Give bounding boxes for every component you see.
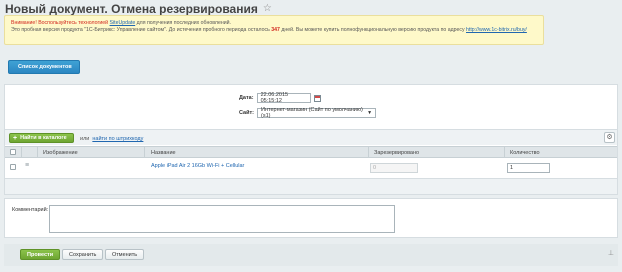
or-text: или — [80, 136, 90, 142]
reserved-input: 0 — [370, 163, 418, 173]
site-label: Сайт: — [239, 110, 255, 116]
table-header: Изображение Название Зарезервировано Кол… — [5, 146, 617, 158]
pin-icon[interactable]: ⊥ — [608, 250, 614, 257]
document-panel: Дата: 22.06.2015 05:15:12 Сайт: Интернет… — [4, 84, 618, 195]
row-menu-icon[interactable]: ≡ — [25, 162, 29, 169]
document-list-button[interactable]: Список документов — [8, 60, 80, 74]
gear-icon: ⚙ — [606, 134, 613, 141]
buy-link[interactable]: http://www.1c-bitrix.ru/buy/ — [466, 27, 527, 33]
site-row: Сайт: Интернет-магазин (Сайт по умолчани… — [239, 107, 377, 119]
date-label: Дата: — [239, 95, 254, 101]
title-row: Новый документ. Отмена резервирования ☆ — [5, 2, 272, 16]
row-checkbox[interactable] — [10, 164, 16, 170]
notice-line-2: Это пробная версия продукта "1С-Битрикс:… — [11, 27, 537, 34]
quantity-input[interactable]: 1 — [507, 163, 550, 173]
plus-icon: + — [13, 134, 18, 142]
star-icon[interactable]: ☆ — [263, 4, 272, 14]
table-row: ≡ Apple iPad Air 2 16Gb Wi-Fi + Cellular… — [5, 158, 617, 177]
site-select[interactable]: Интернет-магазин (Сайт по умолчанию) (s1… — [257, 107, 377, 119]
date-input[interactable]: 22.06.2015 05:15:12 — [256, 92, 311, 104]
notice-warning: Внимание! Воспользуйтесь технологией — [11, 20, 109, 26]
chevron-down-icon: ▼ — [367, 110, 373, 116]
comment-section: Комментарий: — [4, 198, 618, 238]
column-header-name[interactable]: Название — [151, 150, 176, 156]
find-in-catalog-button[interactable]: + Найти в каталоге — [9, 133, 74, 143]
column-header-quantity[interactable]: Количество — [510, 150, 540, 156]
comment-label: Комментарий: — [12, 207, 49, 213]
product-name-link[interactable]: Apple iPad Air 2 16Gb Wi-Fi + Cellular — [151, 163, 244, 169]
notice-line-1-rest: для получения последних обновлений. — [136, 20, 231, 26]
save-button[interactable]: Сохранить — [62, 249, 104, 260]
siteupdate-link[interactable]: SiteUpdate — [110, 20, 136, 26]
barcode-search: или найти по штрихкоду — [80, 136, 143, 142]
column-header-reserved[interactable]: Зарезервировано — [374, 150, 419, 156]
table-footer — [5, 178, 617, 194]
page-title: Новый документ. Отмена резервирования — [5, 2, 258, 16]
comment-textarea[interactable] — [49, 205, 395, 233]
conduct-button[interactable]: Провести — [20, 249, 61, 260]
trial-notice: Внимание! Воспользуйтесь технологией Sit… — [4, 15, 544, 45]
date-row: Дата: 22.06.2015 05:15:12 — [239, 92, 321, 104]
form-footer: Провести Сохранить Отменить ⊥ — [4, 244, 618, 266]
column-header-image[interactable]: Изображение — [43, 150, 78, 156]
cancel-button[interactable]: Отменить — [105, 249, 145, 260]
product-toolbar: + Найти в каталоге или найти по штрихкод… — [5, 129, 617, 145]
settings-button[interactable]: ⚙ — [604, 132, 615, 143]
notice-line-2-start: Это пробная версия продукта "1С-Битрикс:… — [11, 27, 270, 33]
site-select-value: Интернет-магазин (Сайт по умолчанию) (s1… — [261, 107, 363, 119]
select-all-checkbox[interactable] — [10, 149, 16, 155]
find-in-catalog-label: Найти в каталоге — [20, 135, 67, 141]
products-table: Изображение Название Зарезервировано Кол… — [5, 146, 617, 194]
calendar-icon[interactable] — [313, 94, 321, 102]
notice-line-2-mid: дней. Вы можете купить полнофункциональн… — [281, 27, 465, 33]
trial-days-count: 347 — [271, 27, 280, 33]
find-by-barcode-link[interactable]: найти по штрихкоду — [92, 136, 143, 142]
notice-line-1: Внимание! Воспользуйтесь технологией Sit… — [11, 20, 537, 27]
